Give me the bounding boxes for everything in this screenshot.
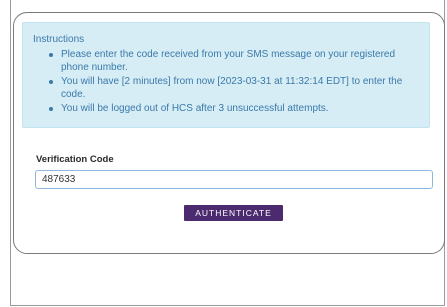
instruction-item: You will be logged out of HCS after 3 un… — [49, 102, 419, 116]
authenticate-button[interactable]: AUTHENTICATE — [184, 205, 283, 221]
instructions-title: Instructions — [33, 34, 85, 45]
instructions-list: Please enter the code received from your… — [33, 48, 419, 116]
instruction-item: You will have [2 minutes] from now [2023… — [49, 75, 419, 102]
verification-code-label: Verification Code — [36, 154, 114, 165]
instruction-item: Please enter the code received from your… — [49, 48, 419, 75]
instructions-panel: Instructions Please enter the code recei… — [22, 22, 430, 128]
verification-code-input[interactable] — [35, 170, 433, 189]
